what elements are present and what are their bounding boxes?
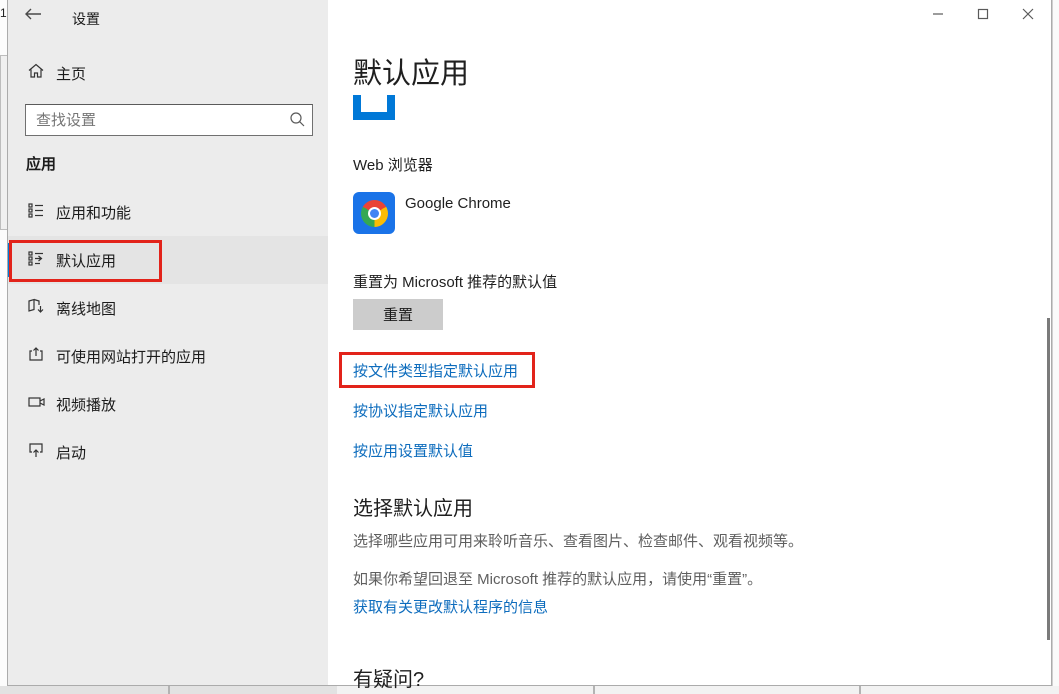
background-sliver-text: 1 <box>0 6 7 20</box>
startup-icon <box>27 441 45 464</box>
default-browser-name: Google Chrome <box>405 195 511 234</box>
window-title: 设置 <box>72 9 100 29</box>
minimize-icon <box>932 8 944 23</box>
scrollbar-thumb[interactable] <box>1047 318 1050 640</box>
back-button[interactable] <box>16 2 50 30</box>
apps-and-features-icon <box>27 201 45 224</box>
page-title: 默认应用 <box>353 50 469 92</box>
sidebar: 设置 主页 应用 <box>8 0 328 685</box>
offline-maps-icon <box>27 297 45 320</box>
back-arrow-icon <box>24 7 42 26</box>
background-window-right-sliver <box>1052 0 1059 686</box>
background-window-edge <box>168 686 170 694</box>
google-chrome-icon <box>353 192 395 234</box>
sidebar-item-home[interactable]: 主页 <box>8 58 328 88</box>
sidebar-item-label: 应用和功能 <box>56 202 131 223</box>
link-defaults-by-protocol[interactable]: 按协议指定默认应用 <box>353 400 488 421</box>
sidebar-item-video-playback[interactable]: 视频播放 <box>8 380 328 428</box>
reset-button[interactable]: 重置 <box>353 299 443 330</box>
sidebar-item-label: 离线地图 <box>56 298 116 319</box>
sidebar-item-label: 启动 <box>56 442 86 463</box>
search-input[interactable] <box>25 104 313 136</box>
background-window-edge <box>859 686 861 694</box>
link-defaults-by-file-type[interactable]: 按文件类型指定默认应用 <box>353 360 518 381</box>
selected-accent-bar <box>8 243 12 277</box>
home-icon <box>27 62 45 85</box>
sidebar-nav-list: 应用和功能 默认应用 <box>8 188 328 476</box>
sidebar-item-apps-and-features[interactable]: 应用和功能 <box>8 188 328 236</box>
sidebar-group-header: 应用 <box>26 153 56 174</box>
search-box <box>25 104 313 136</box>
chrome-logo <box>361 200 388 227</box>
sidebar-item-offline-maps[interactable]: 离线地图 <box>8 284 328 332</box>
choose-default-apps-description: 选择哪些应用可用来聆听音乐、查看图片、检查邮件、观看视频等。 <box>353 530 803 551</box>
link-change-default-programs-info[interactable]: 获取有关更改默认程序的信息 <box>353 596 548 617</box>
window-controls <box>915 0 1050 30</box>
background-window-left-sliver: 1 <box>0 0 7 686</box>
background-bottom-strip <box>0 686 1059 694</box>
default-apps-icon <box>27 249 45 272</box>
sidebar-item-default-apps[interactable]: 默认应用 <box>8 236 328 284</box>
sidebar-item-apps-for-websites[interactable]: 可使用网站打开的应用 <box>8 332 328 380</box>
screen: 1 设置 主页 <box>0 0 1059 694</box>
choose-default-apps-title: 选择默认应用 <box>353 492 473 521</box>
sidebar-item-label: 可使用网站打开的应用 <box>56 346 206 367</box>
maximize-icon <box>977 8 989 23</box>
clipped-blue-icon <box>353 95 395 120</box>
minimize-button[interactable] <box>915 0 960 30</box>
sidebar-item-startup[interactable]: 启动 <box>8 428 328 476</box>
background-sliver-panel <box>0 55 7 230</box>
search-icon[interactable] <box>289 111 306 133</box>
video-playback-icon <box>27 393 45 416</box>
web-browser-label: Web 浏览器 <box>353 154 433 175</box>
have-questions-title: 有疑问? <box>353 663 424 692</box>
maximize-button[interactable] <box>960 0 1005 30</box>
settings-window: 设置 主页 应用 <box>7 0 1052 686</box>
reset-hint-text: 如果你希望回退至 Microsoft 推荐的默认应用，请使用“重置”。 <box>353 568 762 589</box>
background-window-edge <box>593 686 595 694</box>
apps-for-websites-icon <box>27 345 45 368</box>
main-pane: 默认应用 Web 浏览器 Google Chrome 重置为 Microsoft… <box>328 0 1051 685</box>
sidebar-item-label: 视频播放 <box>56 394 116 415</box>
reset-description: 重置为 Microsoft 推荐的默认值 <box>353 271 557 292</box>
close-button[interactable] <box>1005 0 1050 30</box>
link-defaults-by-app[interactable]: 按应用设置默认值 <box>353 440 473 461</box>
sidebar-item-label: 默认应用 <box>56 250 116 271</box>
sidebar-item-label: 主页 <box>56 63 86 84</box>
default-browser-row[interactable]: Google Chrome <box>353 192 511 234</box>
close-icon <box>1022 8 1034 23</box>
